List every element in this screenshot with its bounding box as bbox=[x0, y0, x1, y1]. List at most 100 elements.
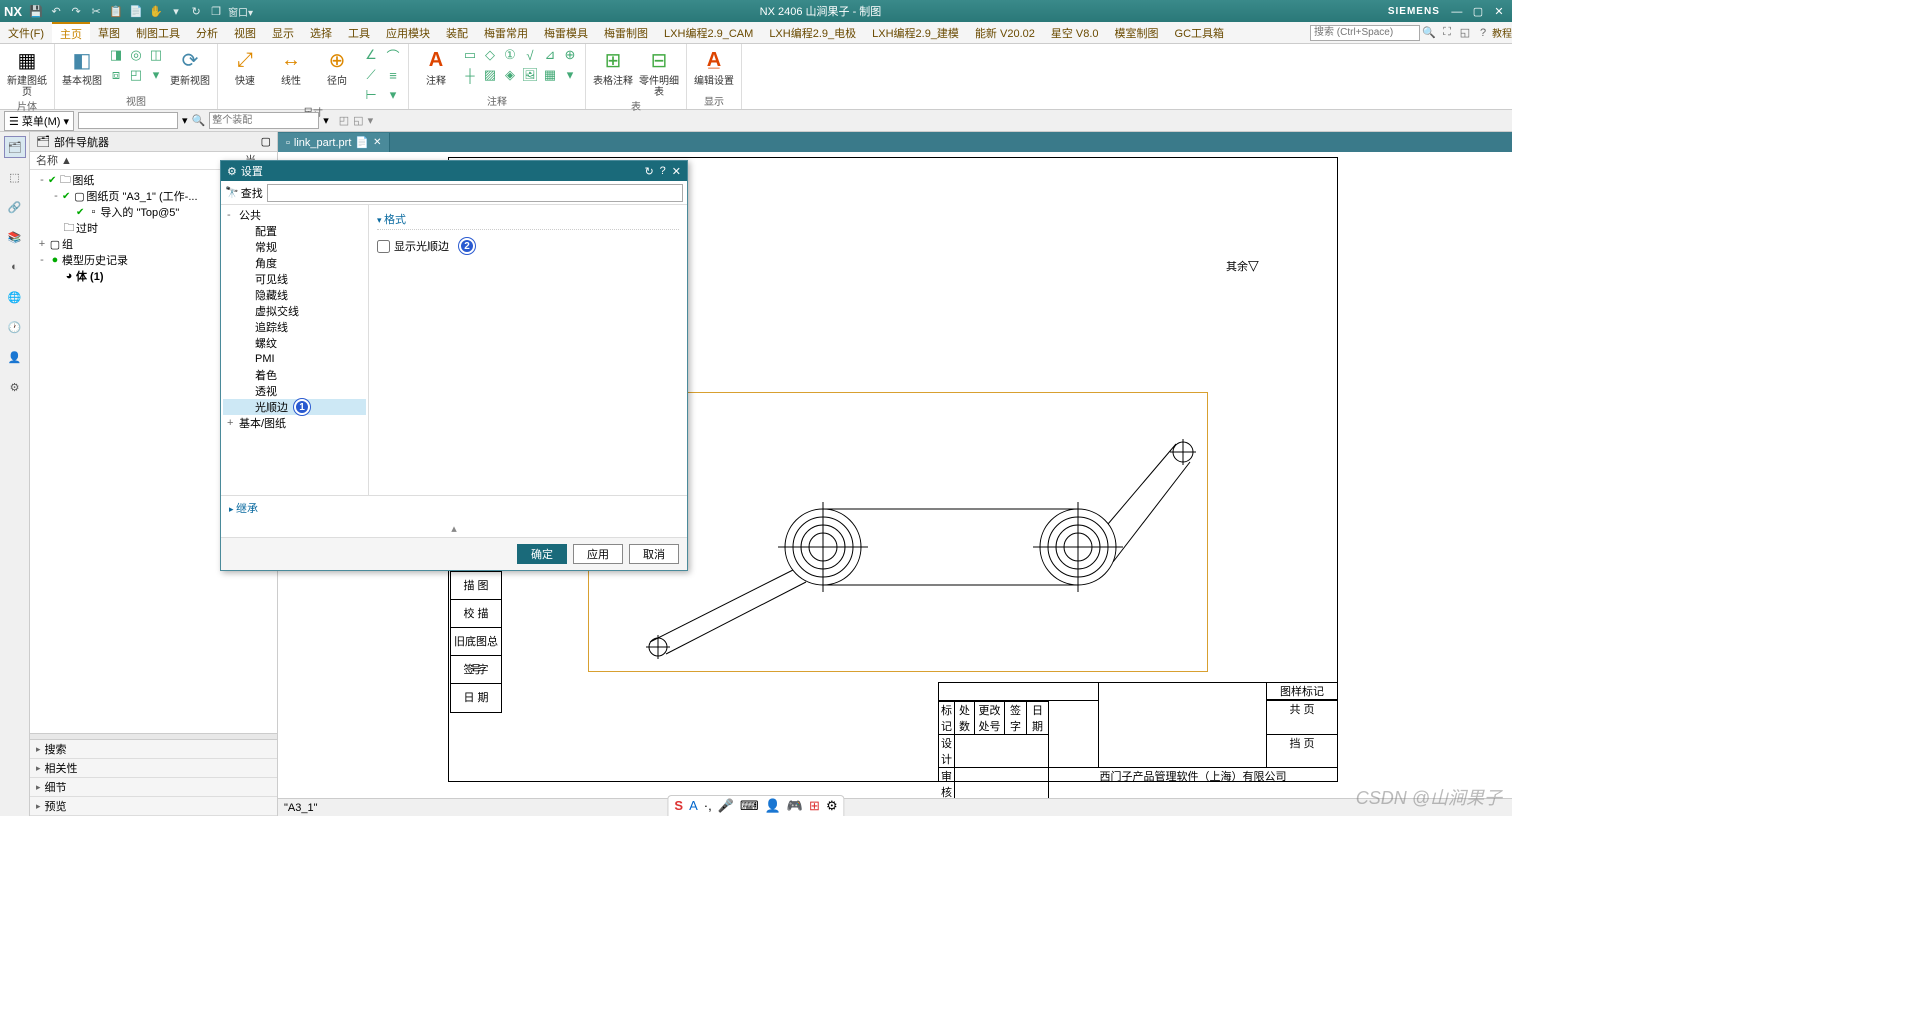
menu-app[interactable]: 应用模块 bbox=[378, 22, 438, 43]
cut-icon[interactable]: ✂ bbox=[88, 3, 104, 19]
dlg-tree-row[interactable]: 配置 bbox=[223, 223, 366, 239]
update-view-button[interactable]: ⟳更新视图 bbox=[169, 46, 211, 87]
assembly-filter[interactable] bbox=[209, 112, 319, 129]
paste-icon[interactable]: 📄 bbox=[128, 3, 144, 19]
thick-dim-icon[interactable]: ≡ bbox=[384, 66, 402, 84]
radial-dim-button[interactable]: ⊕径向 bbox=[316, 46, 358, 87]
menu-assembly[interactable]: 装配 bbox=[438, 22, 476, 43]
crop-view-icon[interactable]: ◰ bbox=[127, 66, 145, 84]
menu-tools[interactable]: 工具 bbox=[340, 22, 378, 43]
hd3d-tab[interactable]: ◐ bbox=[4, 256, 26, 278]
sel-filter-icon[interactable]: 🔍 bbox=[192, 114, 206, 127]
undo-icon[interactable]: ↶ bbox=[48, 3, 64, 19]
sel-mode3-icon[interactable]: ▾ bbox=[368, 114, 374, 127]
menu-ml-draft[interactable]: 梅雷制图 bbox=[596, 22, 656, 43]
dlg-tree-row[interactable]: +基本/图纸 bbox=[223, 415, 366, 431]
dialog-help-icon[interactable]: ? bbox=[660, 165, 666, 178]
linear-dim-button[interactable]: ↔线性 bbox=[270, 46, 312, 87]
more-dim-icon[interactable]: ▾ bbox=[384, 86, 402, 104]
menu-dropdown[interactable]: ☰ 菜单(M) ▾ bbox=[4, 111, 74, 131]
window-menu[interactable]: 窗口▾ bbox=[228, 3, 253, 19]
dlg-tree-row[interactable]: 虚拟交线 bbox=[223, 303, 366, 319]
dlg-tree-row[interactable]: 螺纹 bbox=[223, 335, 366, 351]
datum-icon[interactable]: ◇ bbox=[481, 46, 499, 64]
centerline-icon[interactable]: ┼ bbox=[461, 66, 479, 84]
show-smooth-edges-check[interactable]: 显示光顺边 2 bbox=[377, 236, 679, 256]
tray-settings-icon[interactable]: ⚙ bbox=[826, 798, 838, 814]
search-icon[interactable]: 🔍 bbox=[1420, 26, 1438, 39]
sel-mode2-icon[interactable]: ◱ bbox=[353, 114, 363, 127]
image-icon[interactable]: 🖼 bbox=[521, 66, 539, 84]
dlg-tree-row[interactable]: PMI bbox=[223, 351, 366, 367]
window-icon[interactable]: ❐ bbox=[208, 3, 224, 19]
menu-lxh-elec[interactable]: LXH编程2.9_电极 bbox=[761, 22, 864, 43]
constraint-navigator-tab[interactable]: 🔗 bbox=[4, 196, 26, 218]
roles-tab[interactable]: 👤 bbox=[4, 346, 26, 368]
reuse-library-tab[interactable]: 📚 bbox=[4, 226, 26, 248]
section-format[interactable]: 格式 bbox=[377, 209, 679, 230]
region-icon[interactable]: ▦ bbox=[541, 66, 559, 84]
browser-tab[interactable]: 🌐 bbox=[4, 286, 26, 308]
menu-analysis[interactable]: 分析 bbox=[188, 22, 226, 43]
dialog-close-icon[interactable]: ✕ bbox=[672, 165, 681, 178]
note-button[interactable]: A注释 bbox=[415, 46, 457, 87]
break-view-icon[interactable]: ⧈ bbox=[107, 66, 125, 84]
tray-comma-icon[interactable]: ·, bbox=[704, 798, 712, 814]
maximize-button[interactable]: ▢ bbox=[1469, 5, 1487, 18]
hatch-icon[interactable]: ▨ bbox=[481, 66, 499, 84]
new-sheet-button[interactable]: ▦新建图纸页 bbox=[6, 46, 48, 98]
dialog-expand-arrow[interactable]: ▴ bbox=[221, 520, 687, 537]
acc-search[interactable]: 搜索 bbox=[30, 740, 277, 759]
dialog-search-input[interactable] bbox=[267, 184, 683, 202]
restore-icon[interactable]: ◱ bbox=[1456, 26, 1474, 39]
arc-dim-icon[interactable]: ⌒ bbox=[384, 46, 402, 64]
search-input[interactable] bbox=[1310, 25, 1420, 41]
inherit-section[interactable]: 继承 bbox=[221, 495, 687, 520]
target-icon[interactable]: ⊕ bbox=[561, 46, 579, 64]
doc-tab-link-part[interactable]: ▫ link_part.prt 📄 ✕ bbox=[278, 133, 390, 152]
pin-icon[interactable]: ▢ bbox=[261, 135, 271, 148]
cancel-button[interactable]: 取消 bbox=[629, 544, 679, 564]
more-annot-icon[interactable]: ▾ bbox=[561, 66, 579, 84]
menu-sketch[interactable]: 草图 bbox=[90, 22, 128, 43]
menu-display[interactable]: 显示 bbox=[264, 22, 302, 43]
system-tab[interactable]: ⚙ bbox=[4, 376, 26, 398]
copy-icon[interactable]: 📋 bbox=[108, 3, 124, 19]
smooth-edges-checkbox[interactable] bbox=[377, 240, 390, 253]
surface-icon[interactable]: √ bbox=[521, 46, 539, 64]
menu-view[interactable]: 视图 bbox=[226, 22, 264, 43]
tray-grid-icon[interactable]: ⊞ bbox=[809, 798, 820, 814]
more-icon[interactable]: ▾ bbox=[168, 3, 184, 19]
menu-select[interactable]: 选择 bbox=[302, 22, 340, 43]
dialog-reset-icon[interactable]: ↻ bbox=[644, 165, 653, 178]
repeat-icon[interactable]: ↻ bbox=[188, 3, 204, 19]
touch-icon[interactable]: ✋ bbox=[148, 3, 164, 19]
balloon-icon[interactable]: ① bbox=[501, 46, 519, 64]
more-view-icon[interactable]: ▾ bbox=[147, 66, 165, 84]
menu-home[interactable]: 主页 bbox=[52, 22, 90, 43]
assembly-navigator-tab[interactable]: ⬚ bbox=[4, 166, 26, 188]
tab-close-icon[interactable]: ✕ bbox=[373, 137, 381, 148]
menu-lxh-cam[interactable]: LXH编程2.9_CAM bbox=[656, 22, 761, 43]
fullscreen-icon[interactable]: ⛶ bbox=[1438, 26, 1456, 39]
dlg-tree-row[interactable]: 光顺边1 bbox=[223, 399, 366, 415]
dlg-tree-row[interactable]: 着色 bbox=[223, 367, 366, 383]
acc-dependency[interactable]: 相关性 bbox=[30, 759, 277, 778]
tray-ime-icon[interactable]: S bbox=[674, 798, 683, 814]
section-view-icon[interactable]: ◫ bbox=[147, 46, 165, 64]
dlg-tree-row[interactable]: 常规 bbox=[223, 239, 366, 255]
menu-mold-draft[interactable]: 模室制图 bbox=[1107, 22, 1167, 43]
base-view-button[interactable]: ◧基本视图 bbox=[61, 46, 103, 87]
tray-a-icon[interactable]: A bbox=[689, 798, 698, 814]
parts-list-button[interactable]: ⊟零件明细表 bbox=[638, 46, 680, 98]
col-name[interactable]: 名称 ▲ bbox=[30, 152, 245, 169]
dlg-tree-row[interactable]: 透视 bbox=[223, 383, 366, 399]
dlg-tree-row[interactable]: 追踪线 bbox=[223, 319, 366, 335]
apply-button[interactable]: 应用 bbox=[573, 544, 623, 564]
dlg-tree-row[interactable]: 可见线 bbox=[223, 271, 366, 287]
dlg-tree-row[interactable]: -公共 bbox=[223, 207, 366, 223]
proj-view-icon[interactable]: ◨ bbox=[107, 46, 125, 64]
menu-ml-mold[interactable]: 梅雷模具 bbox=[536, 22, 596, 43]
menu-gc[interactable]: GC工具箱 bbox=[1167, 22, 1233, 43]
help-icon[interactable]: ? bbox=[1474, 27, 1492, 39]
